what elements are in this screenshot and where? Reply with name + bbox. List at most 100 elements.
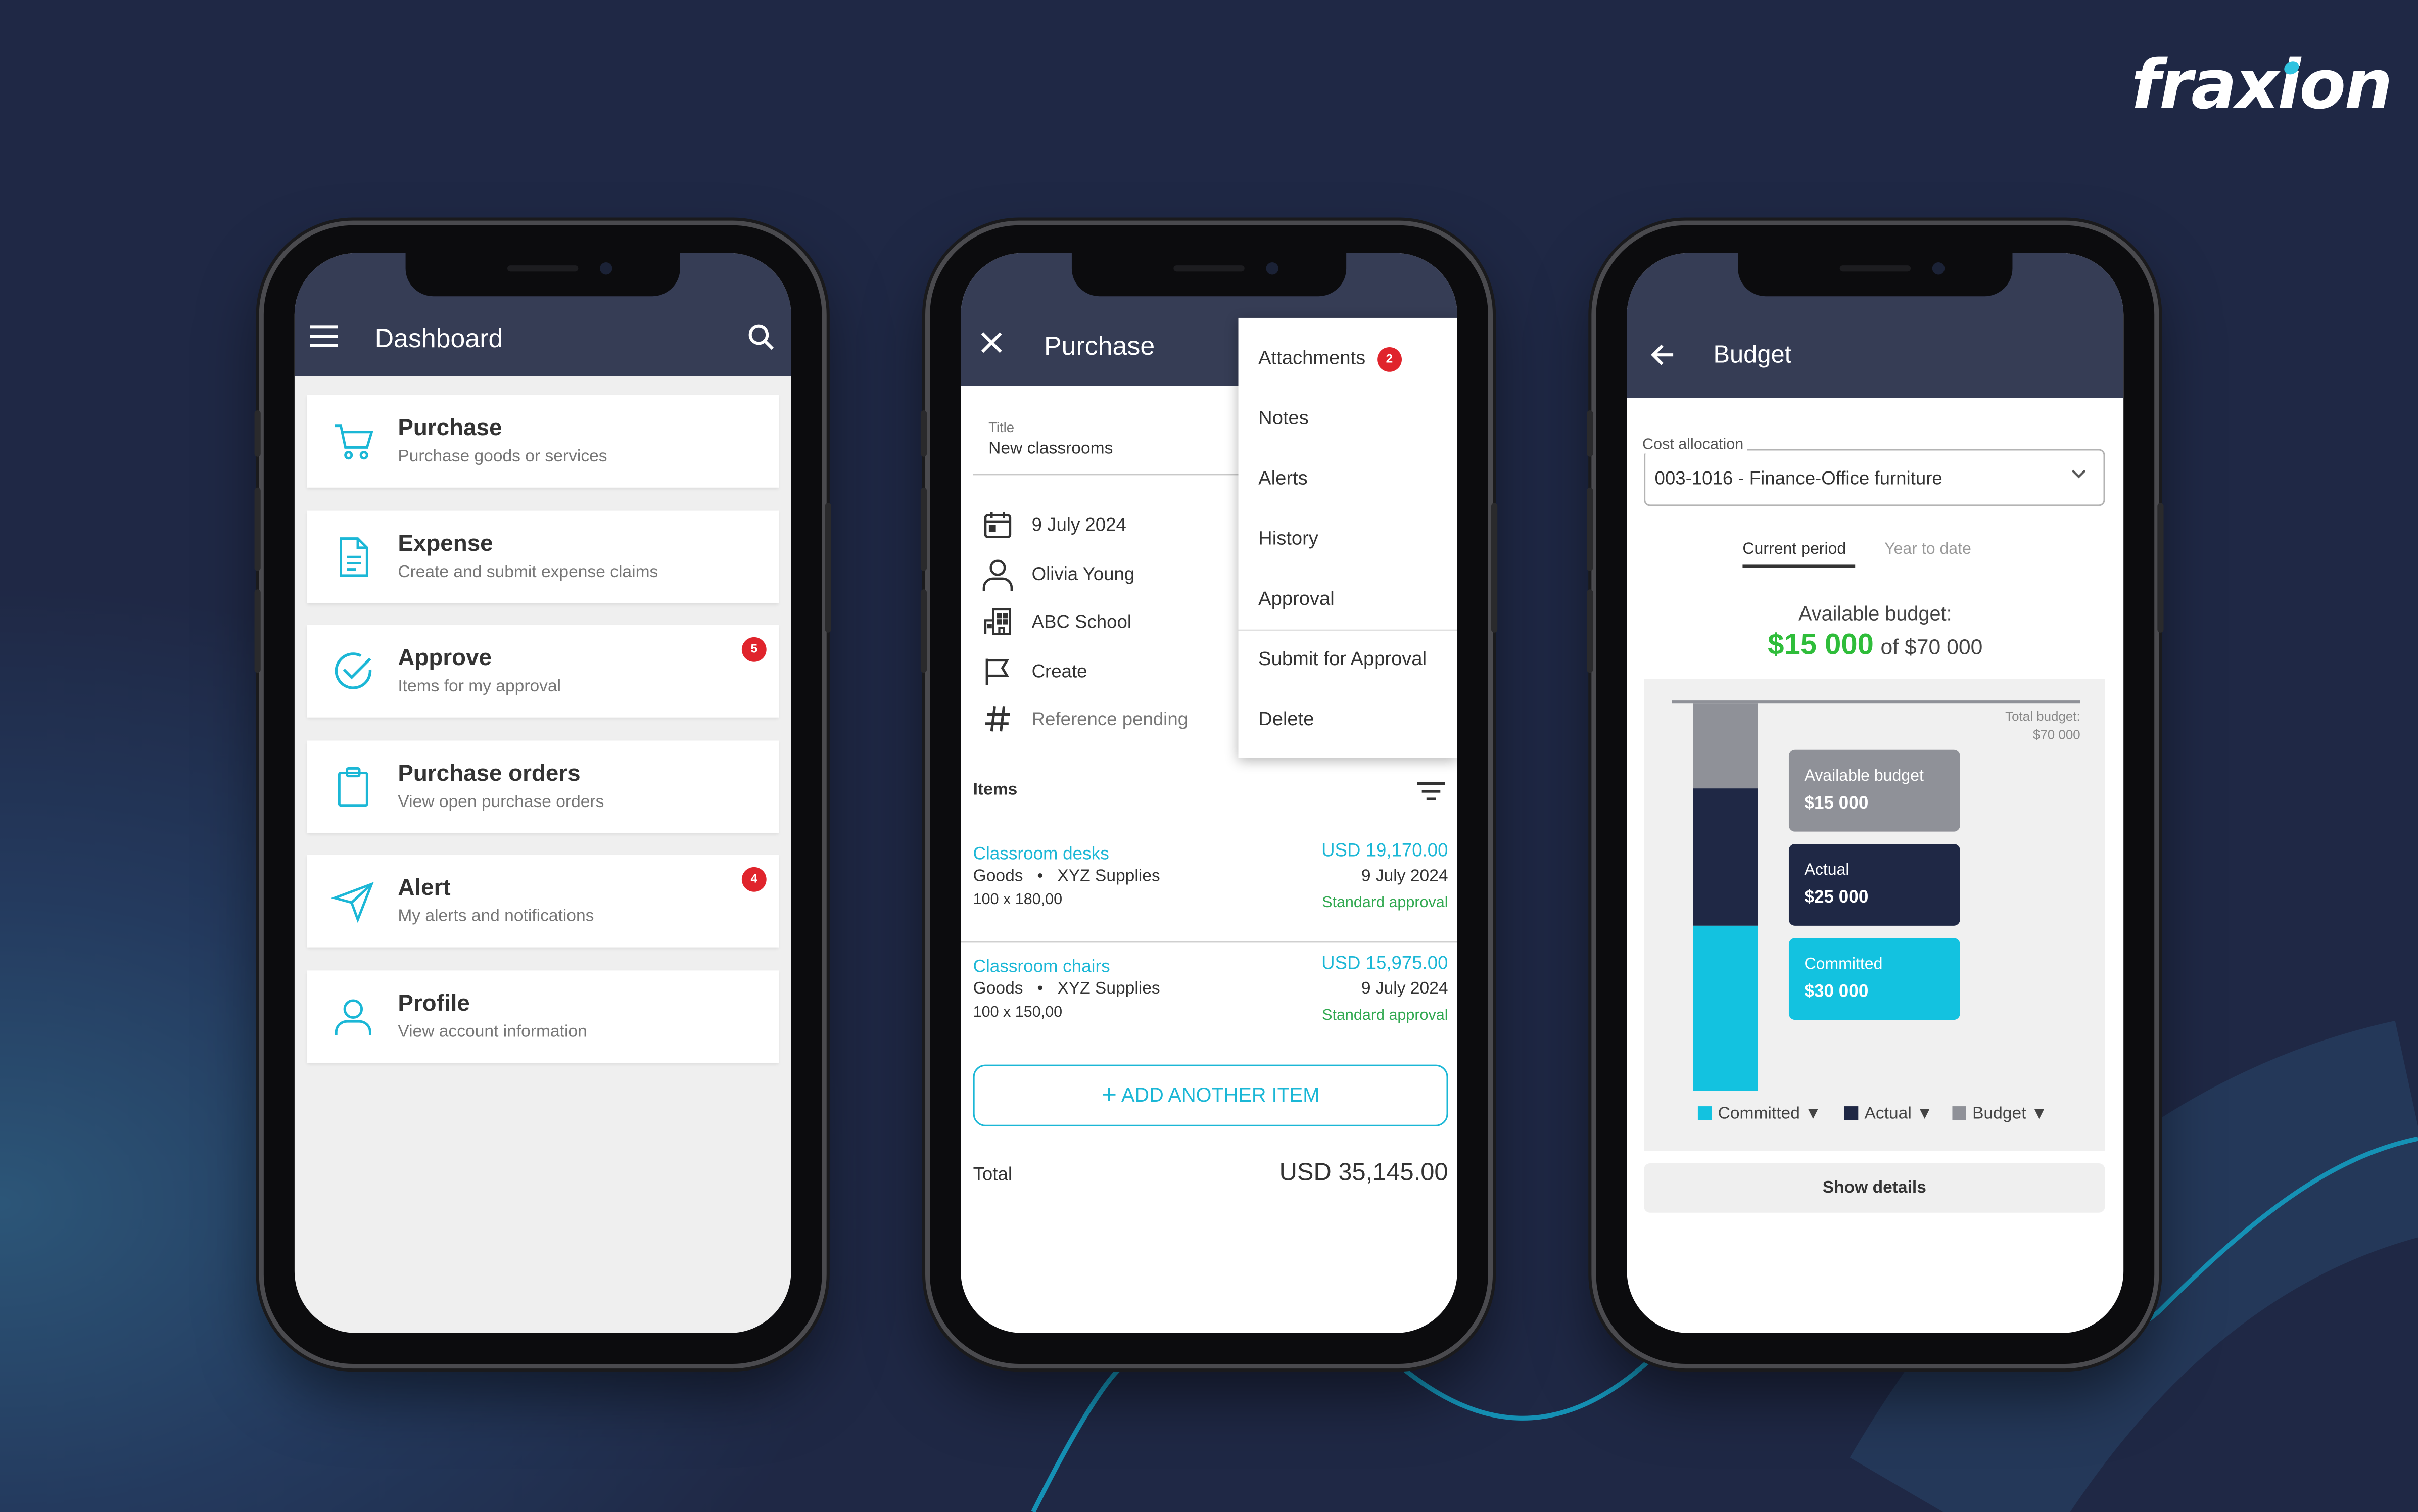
cost-allocation-value: 003-1016 - Finance-Office furniture bbox=[1654, 467, 1942, 489]
hash-icon bbox=[982, 703, 1013, 734]
tab-current-period[interactable]: Current period bbox=[1742, 540, 1846, 559]
dashboard-card-purchase-orders[interactable]: Purchase orders View open purchase order… bbox=[307, 740, 779, 833]
item-category: Goods bbox=[973, 979, 1023, 999]
total-label: Total bbox=[973, 1163, 1013, 1185]
calendar-icon bbox=[982, 509, 1013, 540]
search-icon[interactable] bbox=[748, 324, 774, 350]
bar-segment-actual bbox=[1693, 788, 1758, 926]
card-subtitle: View account information bbox=[398, 1023, 587, 1042]
menu-item-delete[interactable]: Delete bbox=[1258, 708, 1314, 730]
tab-year-to-date[interactable]: Year to date bbox=[1884, 540, 1971, 559]
card-label: Committed bbox=[1804, 955, 1883, 974]
legend-swatch bbox=[1952, 1106, 1966, 1120]
dashboard-screen: Dashboard Purchase Purchase goods or ser… bbox=[294, 253, 791, 1333]
purchase-screen: Purchase Title New classrooms 9 July 202… bbox=[961, 253, 1457, 1333]
user-icon bbox=[982, 558, 1013, 592]
dashboard-card-approve[interactable]: Approve Items for my approval 5 bbox=[307, 625, 779, 718]
dashboard-card-purchase[interactable]: Purchase Purchase goods or services bbox=[307, 395, 779, 488]
card-subtitle: Purchase goods or services bbox=[398, 447, 607, 466]
item-category: Goods bbox=[973, 867, 1023, 886]
flag-icon bbox=[982, 656, 1013, 687]
requester-value: Olivia Young bbox=[1031, 563, 1135, 585]
menu-item-submit-for-approval[interactable]: Submit for Approval bbox=[1258, 648, 1427, 670]
dashboard-card-profile[interactable]: Profile View account information bbox=[307, 970, 779, 1063]
menu-icon[interactable] bbox=[310, 325, 338, 347]
sort-icon[interactable] bbox=[1417, 781, 1445, 802]
total-value: USD 35,145.00 bbox=[1279, 1160, 1448, 1187]
item-name: Classroom desks bbox=[973, 845, 1109, 864]
dashboard-card-expense[interactable]: Expense Create and submit expense claims bbox=[307, 510, 779, 603]
items-section-label: Items bbox=[973, 780, 1018, 799]
card-value: $15 000 bbox=[1804, 794, 1869, 813]
list-item[interactable]: Classroom chairs Goods • XYZ Supplies 10… bbox=[973, 952, 1448, 1054]
show-details-button[interactable]: Show details bbox=[1644, 1163, 2105, 1213]
item-amount: USD 15,975.00 bbox=[1321, 952, 1448, 974]
list-item[interactable]: Classroom desks Goods • XYZ Supplies 100… bbox=[973, 839, 1448, 941]
active-tab-indicator bbox=[1742, 564, 1856, 568]
card-title: Purchase orders bbox=[398, 761, 581, 787]
user-icon bbox=[331, 995, 374, 1038]
item-supplier: XYZ Supplies bbox=[1057, 979, 1160, 999]
card-value: $25 000 bbox=[1804, 888, 1869, 908]
dashboard-card-alert[interactable]: Alert My alerts and notifications 4 bbox=[307, 855, 779, 948]
item-divider bbox=[961, 941, 1457, 943]
attachments-badge: 2 bbox=[1377, 347, 1402, 372]
status-value: Create bbox=[1031, 660, 1087, 682]
close-icon[interactable] bbox=[981, 332, 1003, 353]
back-arrow-icon[interactable] bbox=[1650, 344, 1675, 366]
reference-value: Reference pending bbox=[1031, 708, 1189, 730]
item-date: 9 July 2024 bbox=[1361, 867, 1448, 886]
card-subtitle: Create and submit expense claims bbox=[398, 563, 658, 582]
building-icon bbox=[982, 606, 1013, 637]
bar-segment-available bbox=[1693, 703, 1758, 789]
item-name: Classroom chairs bbox=[973, 958, 1110, 977]
menu-item-attachments[interactable]: Attachments 2 bbox=[1258, 347, 1402, 372]
chart-total-label: Total budget: $70 000 bbox=[2005, 708, 2080, 745]
available-budget-summary: $15 000 of $70 000 bbox=[1627, 630, 2124, 664]
chevron-down-icon[interactable] bbox=[2071, 469, 2087, 480]
notification-badge: 4 bbox=[741, 867, 767, 892]
menu-item-alerts[interactable]: Alerts bbox=[1258, 467, 1308, 489]
item-supplier: XYZ Supplies bbox=[1057, 867, 1160, 886]
page-title: Purchase bbox=[1044, 332, 1155, 361]
item-meta: Goods • XYZ Supplies bbox=[973, 979, 1160, 999]
card-title: Purchase bbox=[398, 415, 502, 442]
card-title: Approve bbox=[398, 645, 492, 672]
menu-item-history[interactable]: History bbox=[1258, 528, 1318, 549]
page-title: Budget bbox=[1713, 342, 1792, 369]
legend-swatch bbox=[1697, 1106, 1712, 1120]
clipboard-icon bbox=[331, 765, 374, 808]
legend-budget[interactable]: Budget ▼ bbox=[1952, 1105, 2048, 1123]
overflow-menu: Attachments 2 Notes Alerts History Appro… bbox=[1238, 317, 1457, 758]
cart-icon bbox=[331, 419, 374, 462]
notification-badge: 5 bbox=[741, 637, 767, 662]
card-subtitle: My alerts and notifications bbox=[398, 907, 594, 926]
menu-divider bbox=[1238, 629, 1457, 631]
legend-swatch bbox=[1844, 1106, 1859, 1120]
phone-budget: Budget Cost allocation 003-1016 - Financ… bbox=[1587, 225, 2164, 1364]
legend-committed[interactable]: Committed ▼ bbox=[1697, 1105, 1822, 1123]
organization-value: ABC School bbox=[1031, 611, 1132, 633]
item-dimensions: 100 x 150,00 bbox=[973, 1004, 1063, 1022]
date-value: 9 July 2024 bbox=[1031, 513, 1126, 536]
legend-label: Committed ▼ bbox=[1718, 1105, 1822, 1123]
legend-label: Budget ▼ bbox=[1972, 1105, 2048, 1123]
available-budget-amount: $15 000 bbox=[1768, 629, 1874, 662]
legend-actual[interactable]: Actual ▼ bbox=[1844, 1105, 1933, 1123]
item-meta: Goods • XYZ Supplies bbox=[973, 867, 1160, 886]
total-budget-label: Total budget: bbox=[2005, 708, 2080, 724]
total-budget-value: $70 000 bbox=[2032, 726, 2080, 742]
card-title: Profile bbox=[398, 990, 470, 1017]
budget-chart: Total budget: $70 000 Available budget $… bbox=[1644, 679, 2105, 1151]
actual-card: Actual $25 000 bbox=[1788, 844, 1960, 926]
menu-item-notes[interactable]: Notes bbox=[1258, 407, 1309, 429]
document-icon bbox=[331, 535, 374, 578]
phone-purchase: Purchase Title New classrooms 9 July 202… bbox=[920, 225, 1498, 1364]
add-item-button[interactable]: + ADD ANOTHER ITEM bbox=[973, 1064, 1448, 1126]
total-budget-amount: of $70 000 bbox=[1880, 634, 1983, 659]
card-label: Actual bbox=[1804, 861, 1850, 880]
menu-item-approval[interactable]: Approval bbox=[1258, 588, 1335, 609]
title-field[interactable]: New classrooms bbox=[988, 440, 1113, 458]
item-approval-status: Standard approval bbox=[1322, 894, 1448, 912]
menu-item-label: Attachments bbox=[1258, 347, 1366, 369]
